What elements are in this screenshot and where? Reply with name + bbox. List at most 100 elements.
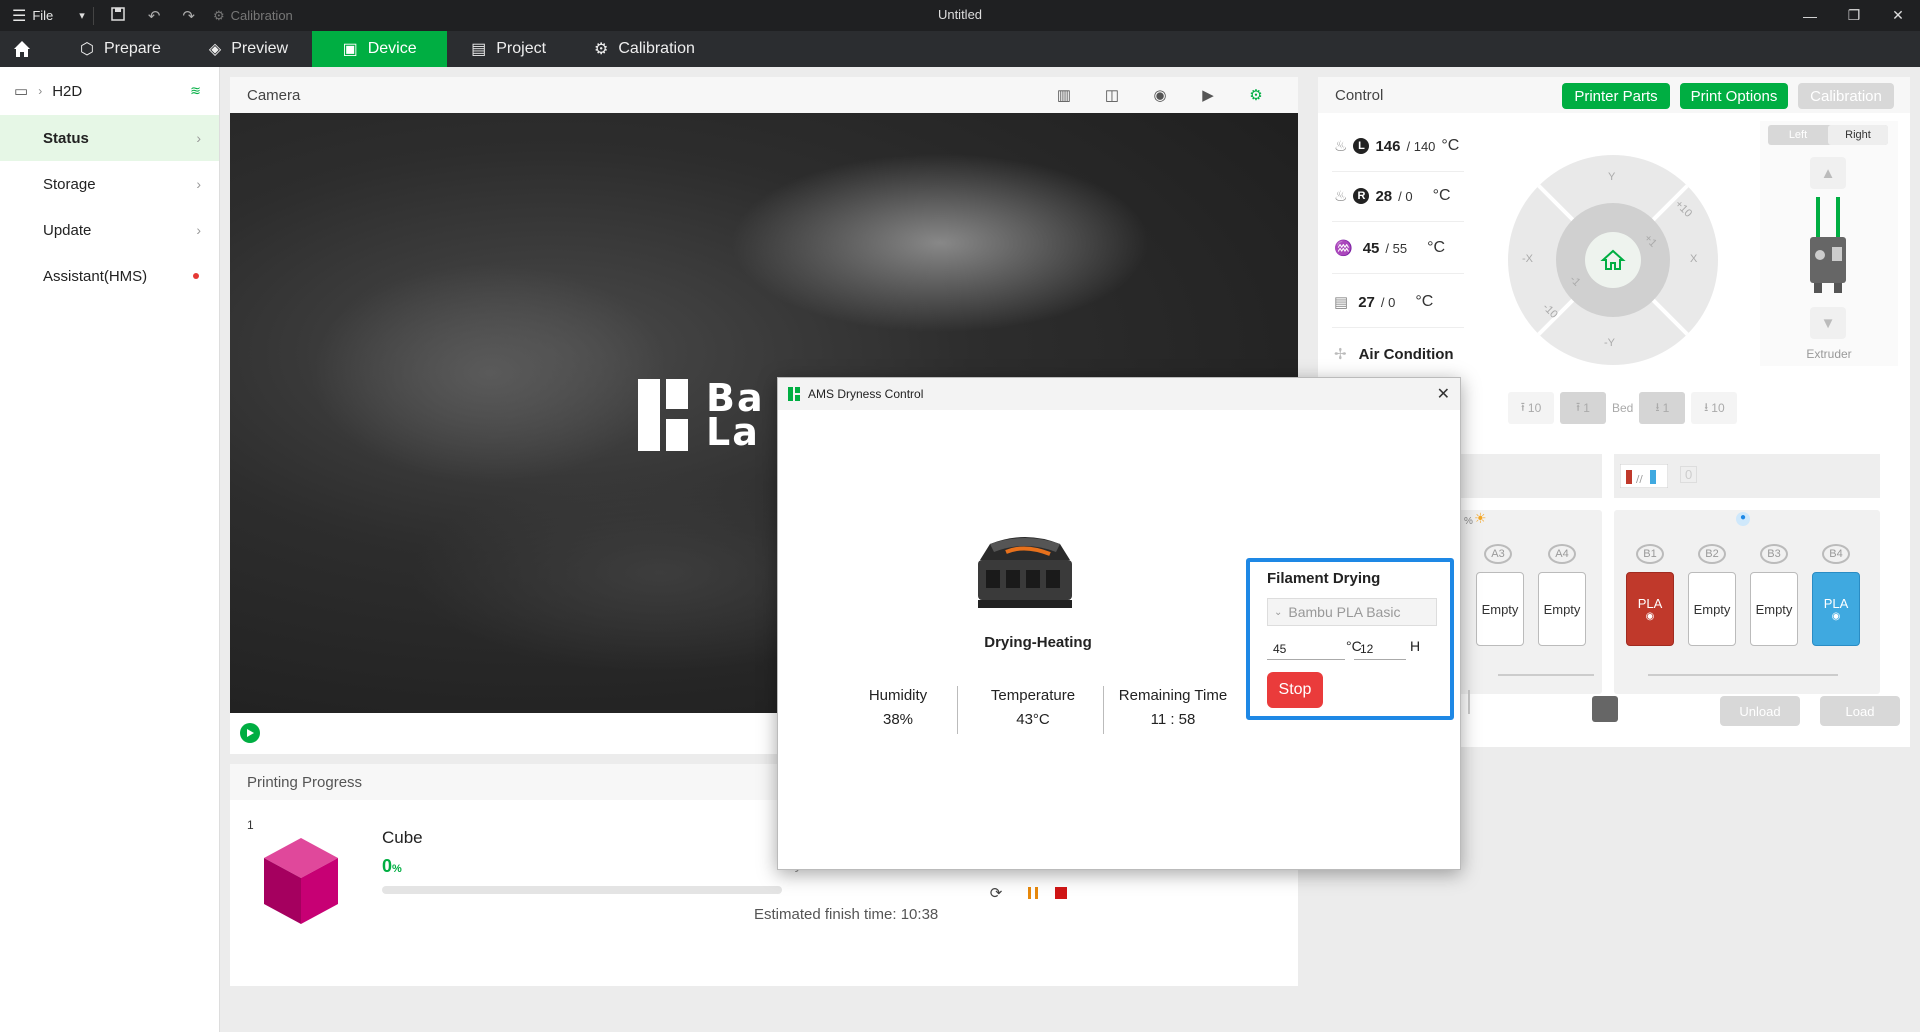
tab-preview[interactable]: ◈ Preview: [185, 31, 312, 67]
slot-a4[interactable]: Empty: [1538, 572, 1586, 646]
save-icon[interactable]: [110, 6, 126, 26]
progress-percent: 0%: [382, 856, 402, 876]
extruder-icon: [1810, 197, 1846, 293]
extruder-left-option[interactable]: Left: [1768, 125, 1828, 145]
logo-mark: [638, 379, 694, 451]
sidebar-item-label: Status: [43, 129, 89, 147]
drying-hours-unit: H: [1410, 638, 1421, 654]
control-title: Control: [1335, 86, 1384, 104]
bed-up-1-button[interactable]: ⭱ 1: [1560, 392, 1606, 424]
tab-calibration[interactable]: ⚙ Calibration: [570, 31, 719, 67]
jog-x-label: X: [1690, 253, 1698, 265]
ams-tab-b[interactable]: // 0: [1614, 454, 1880, 498]
sidebar-item-assistant[interactable]: Assistant(HMS): [0, 253, 219, 299]
nozzle-icon: ♨: [1334, 188, 1348, 205]
file-menu[interactable]: ☰ File: [12, 6, 53, 26]
swap-filament-icon[interactable]: ⟳: [985, 882, 1007, 904]
redo-icon[interactable]: ↷: [182, 7, 195, 25]
humidity-value: 38%: [882, 711, 914, 728]
stop-drying-button[interactable]: Stop: [1267, 672, 1323, 708]
tab-prepare[interactable]: ⬡ Prepare: [56, 31, 185, 67]
extruder-control: Left Right ▲ ▼ Extruder: [1760, 121, 1898, 366]
eye-icon: ◉: [1645, 611, 1655, 622]
device-selector[interactable]: ▭ › H2D ≋: [0, 67, 219, 115]
heatbed-icon: ♒: [1334, 240, 1353, 257]
slot-b3[interactable]: Empty: [1750, 572, 1798, 646]
estimated-finish-time: Estimated finish time: 10:38: [754, 906, 939, 923]
axis-jog-control[interactable]: Y -Y X -X +10 +1 -1 -10: [1508, 155, 1718, 365]
right-nozzle-temp[interactable]: ♨ R 28 / 0 °C: [1334, 187, 1451, 205]
jog-neg-x-label: -X: [1522, 253, 1533, 265]
stop-print-button[interactable]: [1050, 882, 1072, 904]
webcam-icon[interactable]: ◉: [1148, 84, 1172, 106]
calibration-shortcut-label: Calibration: [230, 8, 293, 23]
slot-b4[interactable]: PLA ◉: [1812, 572, 1860, 646]
extruder-switch[interactable]: Left Right: [1768, 125, 1888, 145]
filament-drying-title: Filament Drying: [1267, 570, 1381, 587]
progress-bar: [382, 886, 782, 894]
slot-a3[interactable]: Empty: [1476, 572, 1524, 646]
temperature-label: Temperature: [990, 687, 1076, 704]
minimize-button[interactable]: —: [1788, 0, 1832, 31]
slot-a4-label: A4: [1548, 544, 1576, 564]
model-thumbnail: [264, 838, 338, 924]
chevron-down-icon[interactable]: ▾: [79, 9, 85, 22]
sidebar: ▭ › H2D ≋ Status › Storage › Update › As…: [0, 67, 220, 1032]
pause-button[interactable]: [1022, 882, 1044, 904]
bed-down-1-button[interactable]: ⭳ 1: [1639, 392, 1686, 424]
play-button[interactable]: [240, 723, 260, 743]
sidebar-item-storage[interactable]: Storage ›: [0, 161, 219, 207]
load-button[interactable]: Load: [1820, 696, 1900, 726]
pause-icon: [1028, 887, 1038, 899]
chevron-right-icon: ›: [38, 84, 43, 98]
calibration-button[interactable]: Calibration: [1798, 83, 1894, 109]
calibration-shortcut[interactable]: ⚙ Calibration: [213, 8, 293, 24]
home-button[interactable]: [0, 31, 44, 67]
slot-b2[interactable]: Empty: [1688, 572, 1736, 646]
restore-button[interactable]: ❐: [1832, 0, 1876, 31]
extrude-down-button[interactable]: ▼: [1810, 307, 1846, 339]
slot-b1-label: B1: [1636, 544, 1664, 564]
ams-tab-a[interactable]: [1458, 454, 1602, 498]
drying-hours-input[interactable]: 12: [1354, 638, 1406, 660]
chamber-temp[interactable]: ▤ 27 / 0 °C: [1334, 293, 1433, 311]
ams-tab-b-icon: //: [1620, 464, 1668, 488]
close-icon[interactable]: ✕: [1437, 384, 1450, 404]
right-badge: R: [1353, 188, 1370, 204]
unload-button[interactable]: Unload: [1720, 696, 1800, 726]
timelapse-icon[interactable]: ◫: [1100, 84, 1124, 106]
air-condition[interactable]: ✢ Air Condition: [1334, 345, 1454, 364]
printer-parts-button[interactable]: Printer Parts: [1562, 83, 1670, 109]
tab-calibration-label: Calibration: [618, 40, 695, 57]
extrude-up-button[interactable]: ▲: [1810, 157, 1846, 189]
bed-down-10-button[interactable]: ⭳ 10: [1691, 392, 1738, 424]
fan-icon: ✢: [1334, 346, 1347, 363]
sd-card-icon[interactable]: ▥: [1052, 84, 1076, 106]
extruder-label: Extruder: [1806, 347, 1852, 361]
tab-project[interactable]: ▤ Project: [447, 31, 570, 67]
record-video-icon[interactable]: ▶: [1196, 84, 1220, 106]
ams-feed-line: [1648, 674, 1838, 676]
home-axes-button[interactable]: [1585, 232, 1641, 288]
dialog-title: AMS Dryness Control: [808, 387, 924, 401]
chevron-right-icon: ›: [196, 222, 201, 238]
undo-icon[interactable]: ↶: [148, 7, 161, 25]
camera-settings-icon[interactable]: ⚙: [1244, 84, 1268, 106]
tab-device[interactable]: ▣ Device: [312, 31, 448, 67]
chamber-icon: ▤: [1334, 294, 1349, 311]
extruder-right-option[interactable]: Right: [1828, 125, 1888, 145]
ams-feed-line: [1498, 674, 1594, 676]
sidebar-item-status[interactable]: Status ›: [0, 115, 219, 161]
remaining-time-label: Remaining Time: [1118, 687, 1228, 704]
drying-temp-input[interactable]: 45: [1267, 638, 1345, 660]
sidebar-item-update[interactable]: Update ›: [0, 207, 219, 253]
tab-project-label: Project: [496, 40, 547, 57]
home-icon: [14, 41, 30, 57]
print-options-button[interactable]: Print Options: [1680, 83, 1788, 109]
slot-b1[interactable]: PLA ◉: [1626, 572, 1674, 646]
bed-temp[interactable]: ♒ 45 / 55 °C: [1334, 239, 1445, 257]
bed-up-10-button[interactable]: ⭱ 10: [1508, 392, 1554, 424]
filament-type-select[interactable]: ⌄ Bambu PLA Basic: [1267, 598, 1437, 626]
close-window-button[interactable]: ✕: [1876, 0, 1920, 31]
left-nozzle-temp[interactable]: ♨ L 146 / 140 °C: [1334, 137, 1459, 155]
